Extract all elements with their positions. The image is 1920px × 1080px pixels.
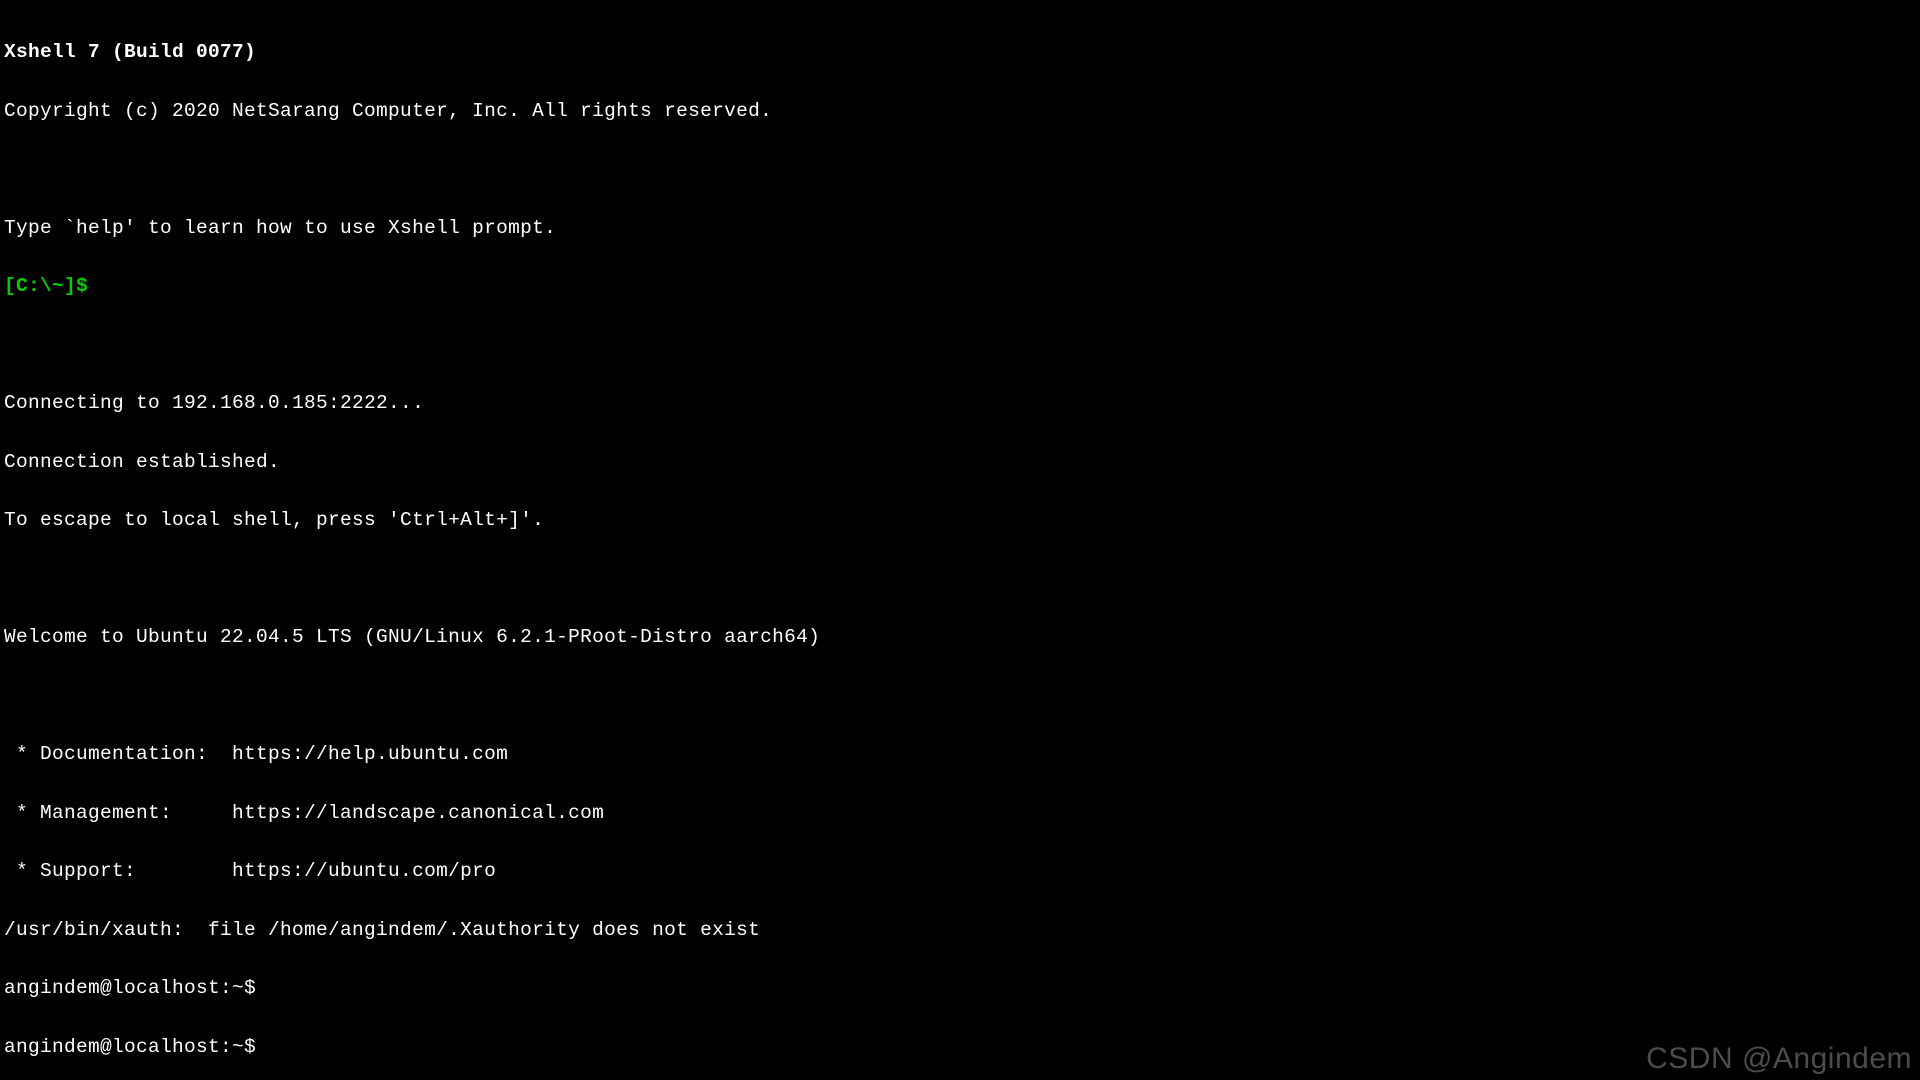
local-prompt-text: [C:\~]$ (4, 275, 88, 297)
help-hint: Type `help' to learn how to use Xshell p… (4, 219, 1916, 239)
local-prompt: [C:\~]$ (4, 277, 1916, 297)
connecting-line: Connecting to 192.168.0.185:2222... (4, 394, 1916, 414)
motd-doc: * Documentation: https://help.ubuntu.com (4, 745, 1916, 765)
motd-mgmt: * Management: https://landscape.canonica… (4, 804, 1916, 824)
established-line: Connection established. (4, 453, 1916, 473)
xauth-warning: /usr/bin/xauth: file /home/angindem/.Xau… (4, 921, 1916, 941)
app-title: Xshell 7 (Build 0077) (4, 43, 1916, 63)
prompt-text: angindem@localhost:~$ (4, 977, 256, 999)
blank-line (4, 570, 1916, 590)
blank-line (4, 336, 1916, 356)
shell-prompt: angindem@localhost:~$ (4, 1038, 1916, 1058)
copyright-line: Copyright (c) 2020 NetSarang Computer, I… (4, 102, 1916, 122)
motd-welcome: Welcome to Ubuntu 22.04.5 LTS (GNU/Linux… (4, 628, 1916, 648)
blank-line (4, 160, 1916, 180)
blank-line (4, 687, 1916, 707)
escape-hint: To escape to local shell, press 'Ctrl+Al… (4, 511, 1916, 531)
motd-support: * Support: https://ubuntu.com/pro (4, 862, 1916, 882)
prompt-text: angindem@localhost:~$ (4, 1036, 256, 1058)
terminal-output[interactable]: Xshell 7 (Build 0077) Copyright (c) 2020… (0, 0, 1920, 1080)
watermark: CSDN @Angindem (1646, 1044, 1912, 1074)
shell-prompt: angindem@localhost:~$ (4, 979, 1916, 999)
